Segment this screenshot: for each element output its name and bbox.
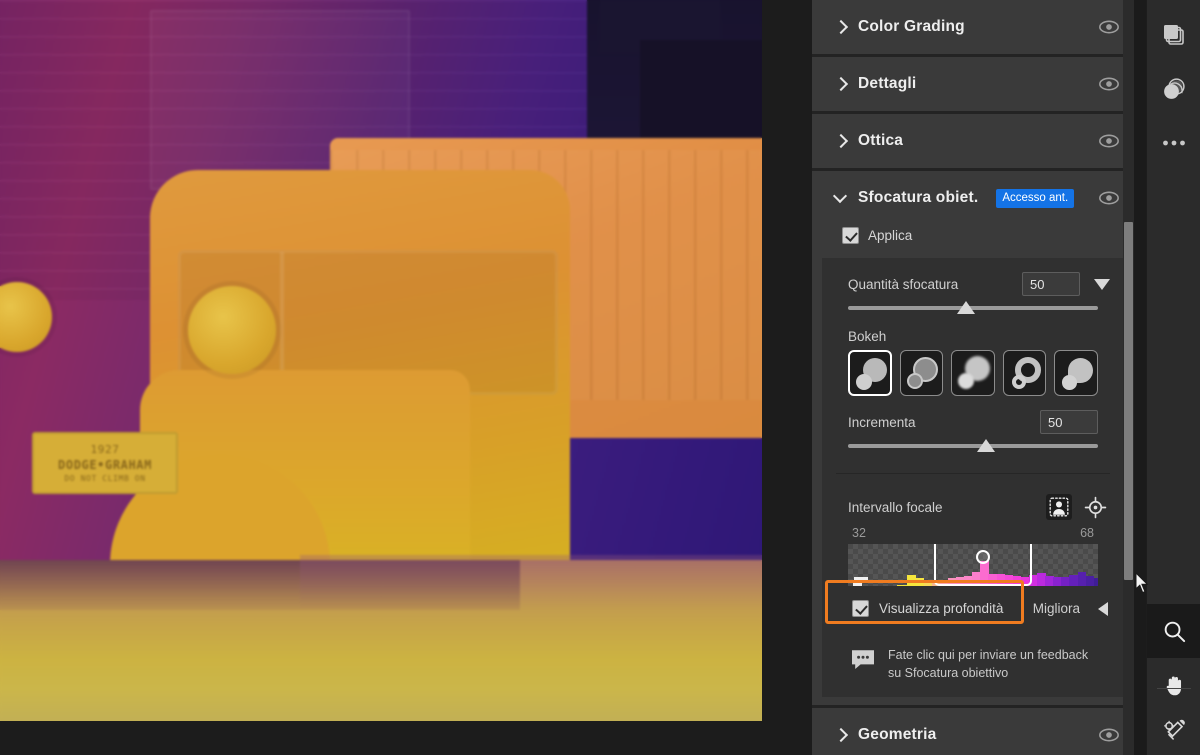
focal-range-max: 68 — [1080, 526, 1094, 540]
visualize-depth-checkbox[interactable] — [852, 600, 869, 617]
section-color-grading[interactable]: Color Grading — [812, 0, 1134, 57]
section-title: Sfocatura obiet. — [858, 189, 979, 206]
slider-thumb[interactable] — [956, 301, 975, 314]
eye-icon[interactable] — [1098, 16, 1120, 38]
sign-line-3: DO NOT CLIMB ON — [64, 474, 146, 483]
early-access-badge: Accesso ant. — [996, 188, 1075, 208]
feedback-line-2: su Sfocatura obiettivo — [888, 665, 1009, 680]
section-sfocatura-obiettivo[interactable]: Sfocatura obiet. Accesso ant. Applica Qu… — [812, 171, 1134, 708]
panel-scrollbar[interactable] — [1123, 0, 1134, 755]
masking-tool[interactable] — [1147, 62, 1200, 116]
sign-line-1: 1927 — [90, 443, 120, 456]
divider — [836, 473, 1110, 474]
histogram-bar — [1093, 578, 1098, 586]
visualize-depth-label: Visualizza profondità — [879, 601, 1004, 616]
section-header-dettagli[interactable]: Dettagli — [812, 57, 1134, 111]
histogram-bar — [896, 584, 908, 586]
photo-editor-window: 1927 DODGE•GRAHAM DO NOT CLIMB ON Color … — [0, 0, 1200, 755]
bokeh-options — [822, 350, 1124, 396]
chevron-right-icon — [834, 134, 848, 148]
sign-line-2: DODGE•GRAHAM — [58, 458, 152, 472]
blur-amount-label: Quantità sfocatura — [848, 276, 959, 292]
section-title: Geometria — [858, 725, 937, 743]
refine-label[interactable]: Migliora — [1033, 601, 1080, 616]
blur-amount-input[interactable]: 50 — [1022, 272, 1080, 296]
feedback-text: Fate clic qui per inviare un feedback su… — [888, 647, 1088, 683]
feedback-link[interactable]: Fate clic qui per inviare un feedback su… — [822, 635, 1124, 697]
target-picker-icon[interactable] — [1082, 494, 1108, 520]
depth-grass — [300, 555, 762, 610]
chevron-right-icon — [834, 728, 848, 742]
lens-blur-controls: Quantità sfocatura 50 Bokeh Incrementa 5… — [822, 258, 1124, 635]
chevron-down-icon[interactable] — [1094, 278, 1110, 290]
section-title: Dettagli — [858, 75, 917, 92]
chevron-right-icon — [834, 20, 848, 34]
slider-thumb[interactable] — [976, 439, 995, 452]
boost-input[interactable]: 50 — [1040, 410, 1098, 434]
blur-amount-row: Quantità sfocatura 50 — [822, 268, 1124, 296]
section-header-color-grading[interactable]: Color Grading — [812, 0, 1134, 54]
eye-icon[interactable] — [1098, 130, 1120, 152]
section-title: Ottica — [858, 132, 904, 149]
toolbar-divider — [1157, 688, 1191, 689]
zoom-tool[interactable] — [1147, 604, 1200, 658]
apply-label: Applica — [868, 228, 913, 243]
section-header-sfocatura[interactable]: Sfocatura obiet. Accesso ant. — [812, 171, 1134, 225]
boost-slider[interactable] — [848, 439, 1098, 455]
focal-range-label: Intervallo focale — [848, 499, 943, 515]
hand-icon — [1162, 673, 1187, 698]
scrollbar-thumb[interactable] — [1124, 222, 1133, 580]
boost-row: Incrementa 50 — [822, 396, 1124, 434]
magnifier-icon — [1162, 619, 1187, 644]
depth-histogram[interactable] — [848, 544, 1098, 586]
bokeh-option-clipped[interactable] — [1054, 350, 1098, 396]
focal-range-min: 32 — [852, 526, 866, 540]
bokeh-option-soft[interactable] — [951, 350, 995, 396]
focal-range-header: Intervallo focale — [822, 482, 1124, 522]
section-header-ottica[interactable]: Ottica — [812, 114, 1134, 168]
section-geometria[interactable]: Geometria — [812, 707, 1134, 755]
ellipsis-icon — [1161, 138, 1187, 148]
sfocatura-body: Applica Quantità sfocatura 50 Bokeh Incr… — [812, 225, 1134, 705]
layers-tool[interactable] — [1147, 8, 1200, 62]
histogram-bar — [853, 580, 863, 586]
section-ottica[interactable]: Ottica — [812, 114, 1134, 171]
layers-icon — [1161, 22, 1187, 48]
slider-track — [848, 444, 1098, 448]
chevron-left-icon[interactable] — [1098, 601, 1108, 616]
section-title: Color Grading — [858, 18, 965, 35]
bokeh-label: Bokeh — [848, 329, 887, 344]
eyedropper-tool[interactable] — [1147, 703, 1200, 755]
eye-icon[interactable] — [1098, 187, 1120, 209]
section-dettagli[interactable]: Dettagli — [812, 57, 1134, 114]
section-header-geometria[interactable]: Geometria — [812, 708, 1134, 755]
eye-icon[interactable] — [1098, 724, 1120, 746]
feedback-line-1: Fate clic qui per inviare un feedback — [888, 648, 1089, 662]
edit-panel: Color Grading Dettagli Ottica Sfocatura … — [812, 0, 1134, 755]
truck-sign: 1927 DODGE•GRAHAM DO NOT CLIMB ON — [32, 432, 178, 494]
chevron-down-icon — [834, 191, 848, 205]
apply-row[interactable]: Applica — [812, 225, 1134, 258]
depth-headlight-right — [188, 286, 276, 374]
focal-range-values: 32 68 — [822, 522, 1124, 544]
apply-checkbox[interactable] — [842, 227, 859, 244]
right-toolbar — [1146, 0, 1200, 755]
eye-icon[interactable] — [1098, 73, 1120, 95]
boost-label: Incrementa — [848, 414, 916, 430]
blur-amount-slider[interactable] — [848, 301, 1098, 317]
subject-select-icon[interactable] — [1046, 494, 1072, 520]
more-options-tool[interactable] — [1147, 116, 1200, 170]
masking-icon — [1161, 76, 1187, 102]
eyedropper-icon — [1162, 718, 1187, 743]
bokeh-option-solid[interactable] — [848, 350, 892, 396]
comment-icon — [850, 647, 876, 676]
bokeh-option-donut[interactable] — [1002, 350, 1047, 396]
canvas-area[interactable]: 1927 DODGE•GRAHAM DO NOT CLIMB ON — [0, 0, 812, 755]
visualize-depth-row[interactable]: Visualizza profondità Migliora — [822, 586, 1124, 631]
chevron-right-icon — [834, 77, 848, 91]
depth-map-preview[interactable]: 1927 DODGE•GRAHAM DO NOT CLIMB ON — [0, 0, 762, 721]
bokeh-option-ring[interactable] — [899, 350, 944, 396]
